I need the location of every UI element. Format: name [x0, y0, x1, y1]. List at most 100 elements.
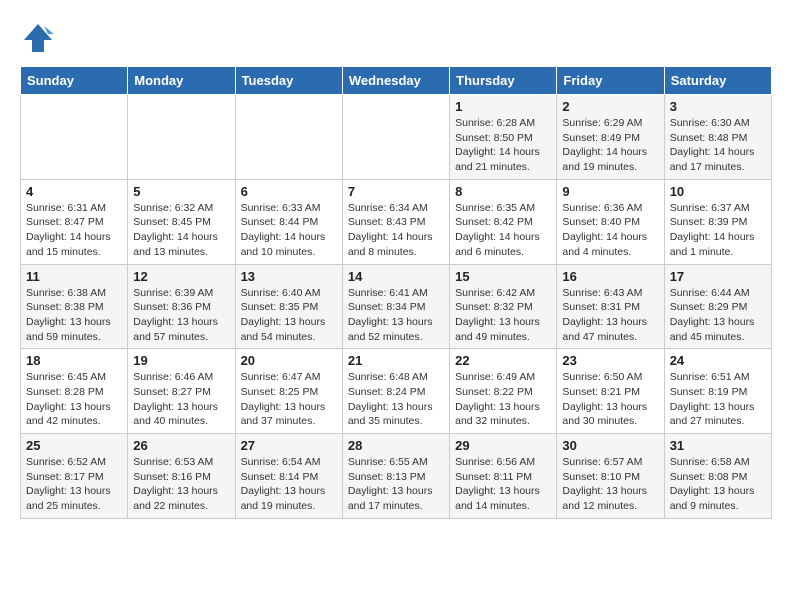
day-number: 30	[562, 438, 658, 453]
day-info: Sunrise: 6:48 AM Sunset: 8:24 PM Dayligh…	[348, 370, 444, 429]
day-number: 24	[670, 353, 766, 368]
week-row-1: 1Sunrise: 6:28 AM Sunset: 8:50 PM Daylig…	[21, 95, 772, 180]
logo-icon	[20, 20, 56, 56]
day-number: 28	[348, 438, 444, 453]
day-number: 26	[133, 438, 229, 453]
day-number: 23	[562, 353, 658, 368]
day-info: Sunrise: 6:30 AM Sunset: 8:48 PM Dayligh…	[670, 116, 766, 175]
calendar-cell	[342, 95, 449, 180]
day-number: 2	[562, 99, 658, 114]
calendar-cell: 13 Sunrise: 6:40 AM Sunset: 8:35 PM Dayli…	[235, 264, 342, 349]
weekday-header-thursday: Thursday	[450, 67, 557, 95]
weekday-header-monday: Monday	[128, 67, 235, 95]
day-info: Sunrise: 6:58 AM Sunset: 8:08 PM Dayligh…	[670, 455, 766, 514]
day-number: 19	[133, 353, 229, 368]
calendar-cell: 7 Sunrise: 6:34 AM Sunset: 8:43 PM Daylig…	[342, 179, 449, 264]
calendar-cell: 31 Sunrise: 6:58 AM Sunset: 8:08 PM Dayli…	[664, 434, 771, 519]
day-number: 4	[26, 184, 122, 199]
calendar-cell: 19 Sunrise: 6:46 AM Sunset: 8:27 PM Dayli…	[128, 349, 235, 434]
day-info: Sunrise: 6:28 AM Sunset: 8:50 PM Dayligh…	[455, 116, 551, 175]
calendar-cell: 28 Sunrise: 6:55 AM Sunset: 8:13 PM Dayli…	[342, 434, 449, 519]
calendar-cell: 15 Sunrise: 6:42 AM Sunset: 8:32 PM Dayli…	[450, 264, 557, 349]
calendar-cell: 23 Sunrise: 6:50 AM Sunset: 8:21 PM Dayli…	[557, 349, 664, 434]
calendar-cell: 10Sunrise: 6:37 AM Sunset: 8:39 PM Dayli…	[664, 179, 771, 264]
calendar-cell: 21Sunrise: 6:48 AM Sunset: 8:24 PM Dayli…	[342, 349, 449, 434]
weekday-header-saturday: Saturday	[664, 67, 771, 95]
day-info: Sunrise: 6:51 AM Sunset: 8:19 PM Dayligh…	[670, 370, 766, 429]
calendar-cell: 29 Sunrise: 6:56 AM Sunset: 8:11 PM Dayli…	[450, 434, 557, 519]
day-number: 20	[241, 353, 337, 368]
day-info: Sunrise: 6:32 AM Sunset: 8:45 PM Dayligh…	[133, 201, 229, 260]
calendar-cell	[21, 95, 128, 180]
day-info: Sunrise: 6:40 AM Sunset: 8:35 PM Dayligh…	[241, 286, 337, 345]
day-info: Sunrise: 6:46 AM Sunset: 8:27 PM Dayligh…	[133, 370, 229, 429]
day-info: Sunrise: 6:53 AM Sunset: 8:16 PM Dayligh…	[133, 455, 229, 514]
day-number: 5	[133, 184, 229, 199]
calendar-cell	[235, 95, 342, 180]
weekday-header-friday: Friday	[557, 67, 664, 95]
calendar-cell: 3 Sunrise: 6:30 AM Sunset: 8:48 PM Daylig…	[664, 95, 771, 180]
weekday-header-row: SundayMondayTuesdayWednesdayThursdayFrid…	[21, 67, 772, 95]
weekday-header-tuesday: Tuesday	[235, 67, 342, 95]
day-number: 25	[26, 438, 122, 453]
day-number: 10	[670, 184, 766, 199]
week-row-5: 25 Sunrise: 6:52 AM Sunset: 8:17 PM Dayli…	[21, 434, 772, 519]
day-info: Sunrise: 6:56 AM Sunset: 8:11 PM Dayligh…	[455, 455, 551, 514]
day-info: Sunrise: 6:50 AM Sunset: 8:21 PM Dayligh…	[562, 370, 658, 429]
calendar-cell: 26 Sunrise: 6:53 AM Sunset: 8:16 PM Dayli…	[128, 434, 235, 519]
day-info: Sunrise: 6:33 AM Sunset: 8:44 PM Dayligh…	[241, 201, 337, 260]
calendar-cell: 2 Sunrise: 6:29 AM Sunset: 8:49 PM Daylig…	[557, 95, 664, 180]
day-number: 12	[133, 269, 229, 284]
day-info: Sunrise: 6:31 AM Sunset: 8:47 PM Dayligh…	[26, 201, 122, 260]
day-number: 16	[562, 269, 658, 284]
day-number: 29	[455, 438, 551, 453]
day-number: 11	[26, 269, 122, 284]
calendar-cell: 27Sunrise: 6:54 AM Sunset: 8:14 PM Dayli…	[235, 434, 342, 519]
calendar-cell: 8 Sunrise: 6:35 AM Sunset: 8:42 PM Daylig…	[450, 179, 557, 264]
page-header	[20, 20, 772, 56]
calendar-cell: 5 Sunrise: 6:32 AM Sunset: 8:45 PM Daylig…	[128, 179, 235, 264]
day-info: Sunrise: 6:29 AM Sunset: 8:49 PM Dayligh…	[562, 116, 658, 175]
calendar-cell: 30 Sunrise: 6:57 AM Sunset: 8:10 PM Dayli…	[557, 434, 664, 519]
calendar-cell: 22 Sunrise: 6:49 AM Sunset: 8:22 PM Dayli…	[450, 349, 557, 434]
day-number: 17	[670, 269, 766, 284]
day-info: Sunrise: 6:41 AM Sunset: 8:34 PM Dayligh…	[348, 286, 444, 345]
day-info: Sunrise: 6:36 AM Sunset: 8:40 PM Dayligh…	[562, 201, 658, 260]
day-number: 3	[670, 99, 766, 114]
day-info: Sunrise: 6:52 AM Sunset: 8:17 PM Dayligh…	[26, 455, 122, 514]
day-number: 31	[670, 438, 766, 453]
calendar-cell: 4 Sunrise: 6:31 AM Sunset: 8:47 PM Daylig…	[21, 179, 128, 264]
week-row-3: 11Sunrise: 6:38 AM Sunset: 8:38 PM Dayli…	[21, 264, 772, 349]
day-info: Sunrise: 6:35 AM Sunset: 8:42 PM Dayligh…	[455, 201, 551, 260]
day-number: 9	[562, 184, 658, 199]
calendar-cell: 11Sunrise: 6:38 AM Sunset: 8:38 PM Dayli…	[21, 264, 128, 349]
calendar-cell: 12 Sunrise: 6:39 AM Sunset: 8:36 PM Dayli…	[128, 264, 235, 349]
day-number: 15	[455, 269, 551, 284]
week-row-4: 18 Sunrise: 6:45 AM Sunset: 8:28 PM Dayli…	[21, 349, 772, 434]
calendar-cell: 9 Sunrise: 6:36 AM Sunset: 8:40 PM Daylig…	[557, 179, 664, 264]
day-number: 7	[348, 184, 444, 199]
week-row-2: 4 Sunrise: 6:31 AM Sunset: 8:47 PM Daylig…	[21, 179, 772, 264]
day-info: Sunrise: 6:34 AM Sunset: 8:43 PM Dayligh…	[348, 201, 444, 260]
day-number: 14	[348, 269, 444, 284]
calendar-table: SundayMondayTuesdayWednesdayThursdayFrid…	[20, 66, 772, 519]
day-info: Sunrise: 6:42 AM Sunset: 8:32 PM Dayligh…	[455, 286, 551, 345]
calendar-cell: 17 Sunrise: 6:44 AM Sunset: 8:29 PM Dayli…	[664, 264, 771, 349]
day-number: 13	[241, 269, 337, 284]
day-number: 22	[455, 353, 551, 368]
day-info: Sunrise: 6:57 AM Sunset: 8:10 PM Dayligh…	[562, 455, 658, 514]
day-info: Sunrise: 6:55 AM Sunset: 8:13 PM Dayligh…	[348, 455, 444, 514]
day-info: Sunrise: 6:39 AM Sunset: 8:36 PM Dayligh…	[133, 286, 229, 345]
calendar-cell: 14 Sunrise: 6:41 AM Sunset: 8:34 PM Dayli…	[342, 264, 449, 349]
calendar-cell: 6Sunrise: 6:33 AM Sunset: 8:44 PM Daylig…	[235, 179, 342, 264]
day-number: 8	[455, 184, 551, 199]
day-number: 18	[26, 353, 122, 368]
calendar-cell: 1Sunrise: 6:28 AM Sunset: 8:50 PM Daylig…	[450, 95, 557, 180]
calendar-cell: 20 Sunrise: 6:47 AM Sunset: 8:25 PM Dayli…	[235, 349, 342, 434]
day-info: Sunrise: 6:47 AM Sunset: 8:25 PM Dayligh…	[241, 370, 337, 429]
day-info: Sunrise: 6:45 AM Sunset: 8:28 PM Dayligh…	[26, 370, 122, 429]
day-number: 27	[241, 438, 337, 453]
day-info: Sunrise: 6:44 AM Sunset: 8:29 PM Dayligh…	[670, 286, 766, 345]
calendar-cell: 24 Sunrise: 6:51 AM Sunset: 8:19 PM Dayli…	[664, 349, 771, 434]
day-info: Sunrise: 6:49 AM Sunset: 8:22 PM Dayligh…	[455, 370, 551, 429]
